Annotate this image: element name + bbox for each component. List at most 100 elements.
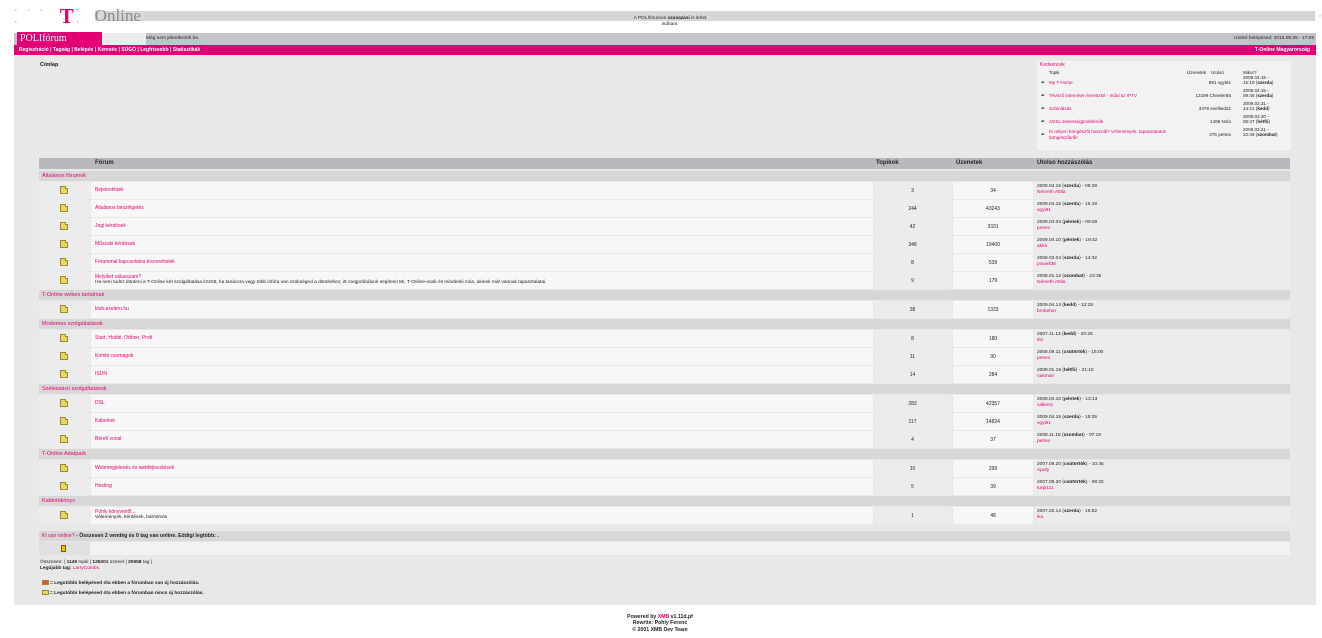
footer: Powered by XMB v1.11d.pf Rewrite: Pohly … — [560, 614, 760, 633]
forum-name-link[interactable]: Webmegjelenés és webfejlesztések — [95, 465, 174, 471]
category-header[interactable]: T-Online webes tartalmak — [39, 290, 1290, 300]
nav-link[interactable]: Belépés — [74, 47, 93, 53]
category-header[interactable]: T-Online Adatpark — [39, 449, 1290, 459]
favourites-panel: Kedvencek Topik Üzenetek Utolsó Mikor? ✒… — [1037, 61, 1291, 150]
cell-c2 — [91, 395, 873, 412]
last-post-user-link[interactable]: akka — [1037, 244, 1047, 249]
last-post-user-link[interactable]: vgyi91 — [1037, 208, 1051, 213]
category-header[interactable]: Általános fórumok — [39, 171, 1290, 181]
nav-link[interactable]: Regisztráció — [19, 47, 49, 53]
last-post-user-link[interactable]: tbz — [1037, 338, 1043, 343]
favourite-topic-link[interactable]: Ki milyen böngészőt használ? Vélemények,… — [1049, 129, 1189, 140]
footer-xmb-link[interactable]: XMB — [658, 614, 670, 620]
favourite-last-user: Cheeter85 — [1209, 93, 1231, 98]
last-post-user-link[interactable]: Németh Attila — [1037, 190, 1066, 195]
last-post-day: szerda — [1063, 184, 1080, 189]
favourite-message-count: 13199 — [1195, 93, 1209, 98]
forum-topics-count: 3 — [911, 188, 914, 194]
category-name[interactable]: Kattintókönyv — [42, 498, 75, 504]
favourite-icon: ✒ — [1041, 93, 1046, 99]
favourite-topic-link[interactable]: Tévéző interneten keresztül - Indul az I… — [1049, 93, 1189, 99]
forum-posts-count: 39 — [990, 484, 996, 490]
nav-separator: | — [137, 47, 139, 53]
breadcrumb[interactable]: Címlap — [40, 62, 58, 68]
nav-t-online-link[interactable]: T-Online Magyarország — [1255, 45, 1310, 55]
online-label[interactable]: Ki van online? — [42, 533, 75, 539]
forum-name-link[interactable]: Általános beszélgetés — [95, 205, 144, 211]
forum-name-link[interactable]: Bejelentések — [95, 187, 124, 193]
nav-separator: | — [71, 47, 73, 53]
forum-name-link[interactable]: ISDN — [95, 371, 107, 377]
forum-name-link[interactable]: DSL — [95, 400, 105, 406]
nav-link[interactable]: Tagság — [53, 47, 70, 53]
favourite-day: szerda — [1257, 79, 1272, 85]
category-name[interactable]: Szélessávú szolgáltatások — [42, 386, 107, 392]
forum-name-link[interactable]: Start, Hobbi, Otthon, Profi — [95, 335, 152, 341]
favourite-day: kedd — [1257, 105, 1269, 111]
last-post-user-link[interactable]: powell35 — [1037, 262, 1056, 267]
top-note-bold[interactable]: szavazási — [668, 16, 690, 21]
cell-c2 — [91, 348, 873, 365]
favourite-message-count: 1498 — [1210, 119, 1221, 124]
cell-c2 — [91, 218, 873, 235]
favourite-topic-link[interactable]: ADSL sebességproblémák — [1049, 119, 1189, 125]
last-post-day: péntek — [1063, 397, 1080, 402]
nav-link[interactable]: SÚGÓ — [121, 47, 136, 53]
forum-row: Pohly könyveiről... Vélemények, kérdések,… — [39, 507, 1290, 524]
last-post-time: 15:19 — [1085, 202, 1098, 207]
forum-name-link[interactable]: Hosting — [95, 483, 112, 489]
favourite-messages: 375 petrex — [1187, 132, 1231, 137]
forum-last-post: 2009.04.14 (kedd) - 12:25 brobeher — [1037, 303, 1094, 314]
forum-name-link[interactable]: Műszaki kérdések — [95, 241, 135, 247]
nav-separator: | — [50, 47, 52, 53]
nav-link[interactable]: Legfrissebb — [140, 47, 168, 53]
category-header[interactable]: Modemes szolgáltatások — [39, 319, 1290, 329]
last-post-user-link[interactable]: nakmari — [1037, 374, 1054, 379]
category-name[interactable]: Általános fórumok — [42, 173, 86, 179]
last-post-user-link[interactable]: Németh Attila — [1037, 280, 1066, 285]
header-tab — [102, 33, 146, 45]
forum-name-link[interactable]: Kombi csomagok — [95, 353, 133, 359]
nav-link[interactable]: Keresés — [98, 47, 117, 53]
forum-name-link[interactable]: Jogi kérdések — [95, 223, 126, 229]
last-post-user-link[interactable]: Apafy — [1037, 468, 1049, 473]
site-name[interactable]: POLIfórum — [17, 32, 102, 45]
last-post-time: 16:52 — [1085, 509, 1098, 514]
last-post-user-link[interactable]: ika — [1037, 515, 1043, 520]
category-header[interactable]: Szélessávú szolgáltatások — [39, 384, 1290, 394]
last-post-user-link[interactable]: turpi111 — [1037, 486, 1054, 491]
last-post-user-link[interactable]: vgyi91 — [1037, 421, 1051, 426]
forum-name-link[interactable]: Kábelnet — [95, 418, 115, 424]
favourite-topic-link[interactable]: Számlázás — [1049, 106, 1189, 112]
last-post-user-link[interactable]: valkesz — [1037, 403, 1053, 408]
last-post-user-link[interactable]: brobeher — [1037, 309, 1056, 314]
forum-name-link[interactable]: Bérelt vonal — [95, 436, 121, 442]
favourite-day: hétfő — [1257, 118, 1269, 124]
category-name[interactable]: Modemes szolgáltatások — [42, 321, 103, 327]
favourites-title[interactable]: Kedvencek — [1040, 62, 1065, 68]
forum-posts-count: 3331 — [987, 224, 999, 230]
forum-topics-count: 8 — [911, 336, 914, 342]
header-last-post: Utolsó hozzászólás — [1037, 160, 1093, 166]
cell-c2 — [91, 330, 873, 347]
category-name[interactable]: T-Online Adatpark — [42, 451, 86, 457]
forum-name-link[interactable]: klub.axelero.hu — [95, 306, 129, 312]
forum-row: Melyiket válasszam? Ha nem tudsz dönteni … — [39, 272, 1290, 289]
folder-icon — [60, 417, 68, 425]
newest-member-link[interactable]: LarryCombs. — [73, 566, 100, 571]
favourite-messages: 3476 evellied22 — [1187, 106, 1231, 111]
category-header[interactable]: Kattintókönyv — [39, 496, 1290, 506]
folder-icon — [60, 204, 68, 212]
forum-row: klub.axelero.hu 38 1333 2009.04.14 (kedd) -… — [39, 301, 1290, 318]
forum-topics-count: 11 — [909, 354, 916, 360]
favourite-topic-link[interactable]: My T-Home — [1049, 80, 1189, 86]
last-post-user-link[interactable]: petrex — [1037, 439, 1050, 444]
nav-link[interactable]: Statisztikák — [173, 47, 201, 53]
last-post-user-link[interactable]: petrex — [1037, 226, 1050, 231]
last-post-time: 12:25 — [1081, 303, 1094, 308]
last-post-user-link[interactable]: petrex — [1037, 356, 1050, 361]
category-name[interactable]: T-Online webes tartalmak — [42, 292, 104, 298]
last-post-time: 15:05 — [1085, 415, 1098, 420]
favourite-last-user: evellied22 — [1210, 106, 1231, 111]
forum-name-link[interactable]: Fórummal kapcsolatos észrevételek — [95, 259, 175, 265]
